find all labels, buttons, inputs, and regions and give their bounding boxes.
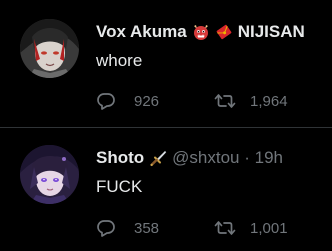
retweet-icon	[214, 91, 236, 111]
tweet-card[interactable]: Shoto @shxtou · 19h FUCK 358 1,001	[0, 128, 332, 251]
retweet-button[interactable]: 1,964	[214, 91, 288, 111]
retweet-icon	[214, 218, 236, 238]
retweet-count: 1,964	[250, 92, 288, 110]
affiliation-tag: NIJISAN	[237, 22, 305, 41]
dagger-emoji-icon	[149, 149, 167, 167]
reply-button[interactable]: 926	[96, 91, 159, 111]
avatar[interactable]	[20, 19, 79, 78]
handle-and-time[interactable]: @shxtou · 19h	[172, 148, 283, 168]
red-envelope-icon	[215, 23, 233, 41]
display-name[interactable]: Shoto	[96, 148, 144, 168]
tweet-text: whore	[96, 51, 143, 70]
retweet-button[interactable]: 1,001	[214, 218, 288, 238]
tweet-header: Vox Akuma NIJISAN	[96, 22, 305, 42]
reply-icon	[96, 91, 116, 111]
reply-count: 358	[134, 219, 160, 237]
reply-button[interactable]: 358	[96, 218, 159, 238]
reply-count: 926	[134, 92, 160, 110]
tweet-card[interactable]: Vox Akuma NIJISAN whore 926 1,964	[0, 0, 332, 127]
reply-icon	[96, 218, 116, 238]
ogre-emoji-icon	[192, 23, 210, 41]
tweet-text: FUCK	[96, 177, 143, 196]
display-name[interactable]: Vox Akuma	[96, 22, 187, 42]
tweet-header: Shoto @shxtou · 19h	[96, 148, 283, 168]
retweet-count: 1,001	[250, 219, 288, 237]
avatar[interactable]	[20, 145, 79, 204]
